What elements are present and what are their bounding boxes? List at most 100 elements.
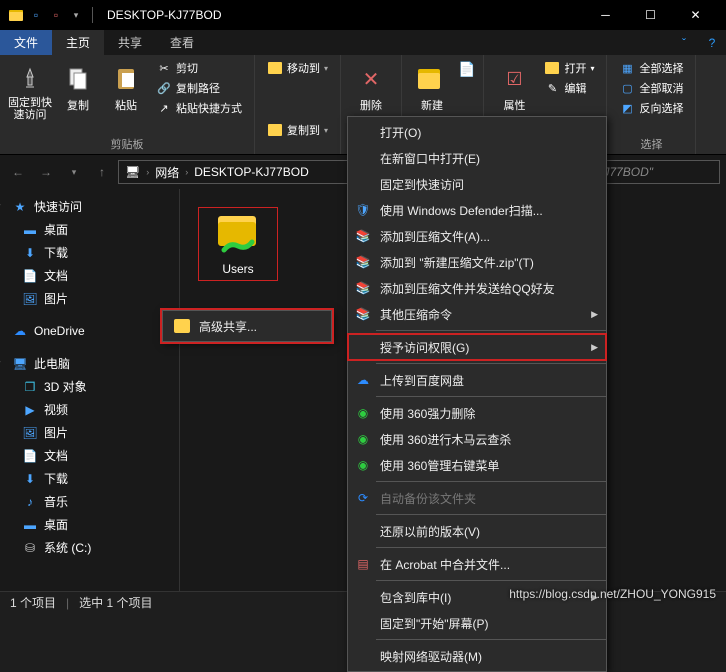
- 360-icon: ◉: [354, 404, 372, 422]
- tab-share[interactable]: 共享: [104, 30, 156, 55]
- status-count: 1 个项目: [10, 594, 56, 611]
- sidebar-documents2[interactable]: 📄文档: [0, 444, 179, 467]
- selectnone-icon: ▢: [619, 80, 635, 96]
- menu-mapdrive[interactable]: 映射网络驱动器(M): [348, 643, 606, 669]
- menu-360delete[interactable]: ◉使用 360强力删除: [348, 400, 606, 426]
- pasteshortcut-button[interactable]: ↗粘贴快捷方式: [152, 99, 246, 117]
- ribbon-tabs: 文件 主页 共享 查看 ˇ ?: [0, 30, 726, 55]
- sidebar-desktop[interactable]: ▬桌面: [0, 218, 179, 241]
- moveto-button[interactable]: 移动到 ▾: [263, 59, 332, 77]
- sidebar-desktop2[interactable]: ▬桌面: [0, 513, 179, 536]
- menu-open[interactable]: 打开(O): [348, 119, 606, 145]
- pin-button[interactable]: 固定到快 速访问: [8, 59, 52, 121]
- copy-icon: [62, 63, 94, 95]
- edit-button[interactable]: ✎编辑: [540, 79, 598, 97]
- window-title: DESKTOP-KJ77BOD: [107, 8, 583, 22]
- titlebar: ▫ ▫ ▾ DESKTOP-KJ77BOD ─ ☐ ✕: [0, 0, 726, 30]
- copypath-button[interactable]: 🔗复制路径: [152, 79, 246, 97]
- sidebar-pictures[interactable]: 🖼图片: [0, 287, 179, 310]
- new-button[interactable]: 新建: [410, 59, 454, 113]
- sidebar-music[interactable]: ♪音乐: [0, 490, 179, 513]
- submenu-advanced-share[interactable]: 高级共享...: [163, 313, 331, 339]
- music-icon: ♪: [22, 494, 38, 510]
- sidebar-onedrive[interactable]: ›☁OneDrive: [0, 320, 179, 342]
- folder-icon: [544, 60, 560, 76]
- selectall-button[interactable]: ▦全部选择: [615, 59, 687, 77]
- cut-button[interactable]: ✂剪切: [152, 59, 246, 77]
- back-button[interactable]: ←: [6, 160, 30, 184]
- archive-icon: 📚: [354, 253, 372, 271]
- tab-file[interactable]: 文件: [0, 30, 52, 55]
- selectnone-button[interactable]: ▢全部取消: [615, 79, 687, 97]
- share-icon: [173, 317, 191, 335]
- maximize-button[interactable]: ☐: [628, 0, 673, 30]
- minimize-button[interactable]: ─: [583, 0, 628, 30]
- properties-button[interactable]: ☑ 属性▾: [492, 59, 536, 124]
- qat-icon[interactable]: ▫: [28, 7, 44, 23]
- paste-icon: [110, 63, 142, 95]
- shortcut-icon: ↗: [156, 100, 172, 116]
- open-button[interactable]: 打开 ▾: [540, 59, 598, 77]
- menu-open-new[interactable]: 在新窗口中打开(E): [348, 145, 606, 171]
- menu-defender[interactable]: 🛡使用 Windows Defender扫描...: [348, 197, 606, 223]
- close-button[interactable]: ✕: [673, 0, 718, 30]
- menu-give-access[interactable]: 授予访问权限(G)▶: [348, 334, 606, 360]
- menu-acrobat[interactable]: ▤在 Acrobat 中合并文件...: [348, 551, 606, 577]
- watermark: https://blog.csdn.net/ZHOU_YONG915: [509, 587, 716, 601]
- paste-button[interactable]: 粘贴: [104, 59, 148, 113]
- pin-icon: [14, 63, 46, 95]
- sidebar-videos[interactable]: ▶视频: [0, 398, 179, 421]
- status-selected: 选中 1 个项目: [79, 594, 152, 611]
- qat-dropdown-icon[interactable]: ▾: [68, 7, 84, 23]
- baidu-icon: ☁: [354, 371, 372, 389]
- sidebar-pictures2[interactable]: 🖼图片: [0, 421, 179, 444]
- sidebar-downloads[interactable]: ⬇下载: [0, 241, 179, 264]
- menu-pin-quick[interactable]: 固定到快速访问: [348, 171, 606, 197]
- menu-pinstart[interactable]: 固定到"开始"屏幕(P): [348, 610, 606, 636]
- newfolder-icon: [416, 63, 448, 95]
- up-button[interactable]: ↑: [90, 160, 114, 184]
- sidebar-documents[interactable]: 📄文档: [0, 264, 179, 287]
- monitor-icon: 🖥: [125, 165, 140, 179]
- recent-dropdown[interactable]: ▾: [62, 160, 86, 184]
- crumb-network[interactable]: 网络: [155, 164, 179, 181]
- folder-icon: [267, 122, 283, 138]
- forward-button[interactable]: →: [34, 160, 58, 184]
- sidebar-downloads2[interactable]: ⬇下载: [0, 467, 179, 490]
- menu-360menu[interactable]: ◉使用 360管理右键菜单: [348, 452, 606, 478]
- cloud-icon: ☁: [12, 323, 28, 339]
- menu-baidu[interactable]: ☁上传到百度网盘: [348, 367, 606, 393]
- sidebar-quick[interactable]: ▾★快速访问: [0, 195, 179, 218]
- sidebar-3d[interactable]: ❒3D 对象: [0, 375, 179, 398]
- download-icon: ⬇: [22, 471, 38, 487]
- help-icon[interactable]: ?: [698, 30, 726, 55]
- picture-icon: 🖼: [22, 291, 38, 307]
- menu-addqq[interactable]: 📚添加到压缩文件并发送给QQ好友: [348, 275, 606, 301]
- folder-users[interactable]: Users: [198, 207, 278, 281]
- delete-button[interactable]: ✕ 删除▾: [349, 59, 393, 124]
- scissors-icon: ✂: [156, 60, 172, 76]
- copy-button[interactable]: 复制: [56, 59, 100, 113]
- drive-icon: ⛁: [22, 540, 38, 556]
- archive-icon: 📚: [354, 305, 372, 323]
- menu-addarchive[interactable]: 📚添加到压缩文件(A)...: [348, 223, 606, 249]
- invert-button[interactable]: ◩反向选择: [615, 99, 687, 117]
- menu-360scan[interactable]: ◉使用 360进行木马云查杀: [348, 426, 606, 452]
- properties-icon: ☑: [498, 63, 530, 95]
- selectall-icon: ▦: [619, 60, 635, 76]
- menu-addzip[interactable]: 📚添加到 "新建压缩文件.zip"(T): [348, 249, 606, 275]
- newitem-icon[interactable]: 📄: [458, 61, 475, 78]
- sidebar-thispc[interactable]: ▾🖥此电脑: [0, 352, 179, 375]
- copyto-button[interactable]: 复制到 ▾: [263, 121, 332, 139]
- menu-otherzip[interactable]: 📚其他压缩命令▶: [348, 301, 606, 327]
- pc-icon: 🖥: [12, 356, 28, 372]
- tab-home[interactable]: 主页: [52, 30, 104, 55]
- crumb-host[interactable]: DESKTOP-KJ77BOD: [194, 165, 308, 179]
- sidebar-system[interactable]: ⛁系统 (C:): [0, 536, 179, 559]
- picture-icon: 🖼: [22, 425, 38, 441]
- ribbon-collapse-icon[interactable]: ˇ: [670, 30, 698, 55]
- folder-icon: [8, 7, 24, 23]
- menu-restore[interactable]: 还原以前的版本(V): [348, 518, 606, 544]
- tab-view[interactable]: 查看: [156, 30, 208, 55]
- qat-icon[interactable]: ▫: [48, 7, 64, 23]
